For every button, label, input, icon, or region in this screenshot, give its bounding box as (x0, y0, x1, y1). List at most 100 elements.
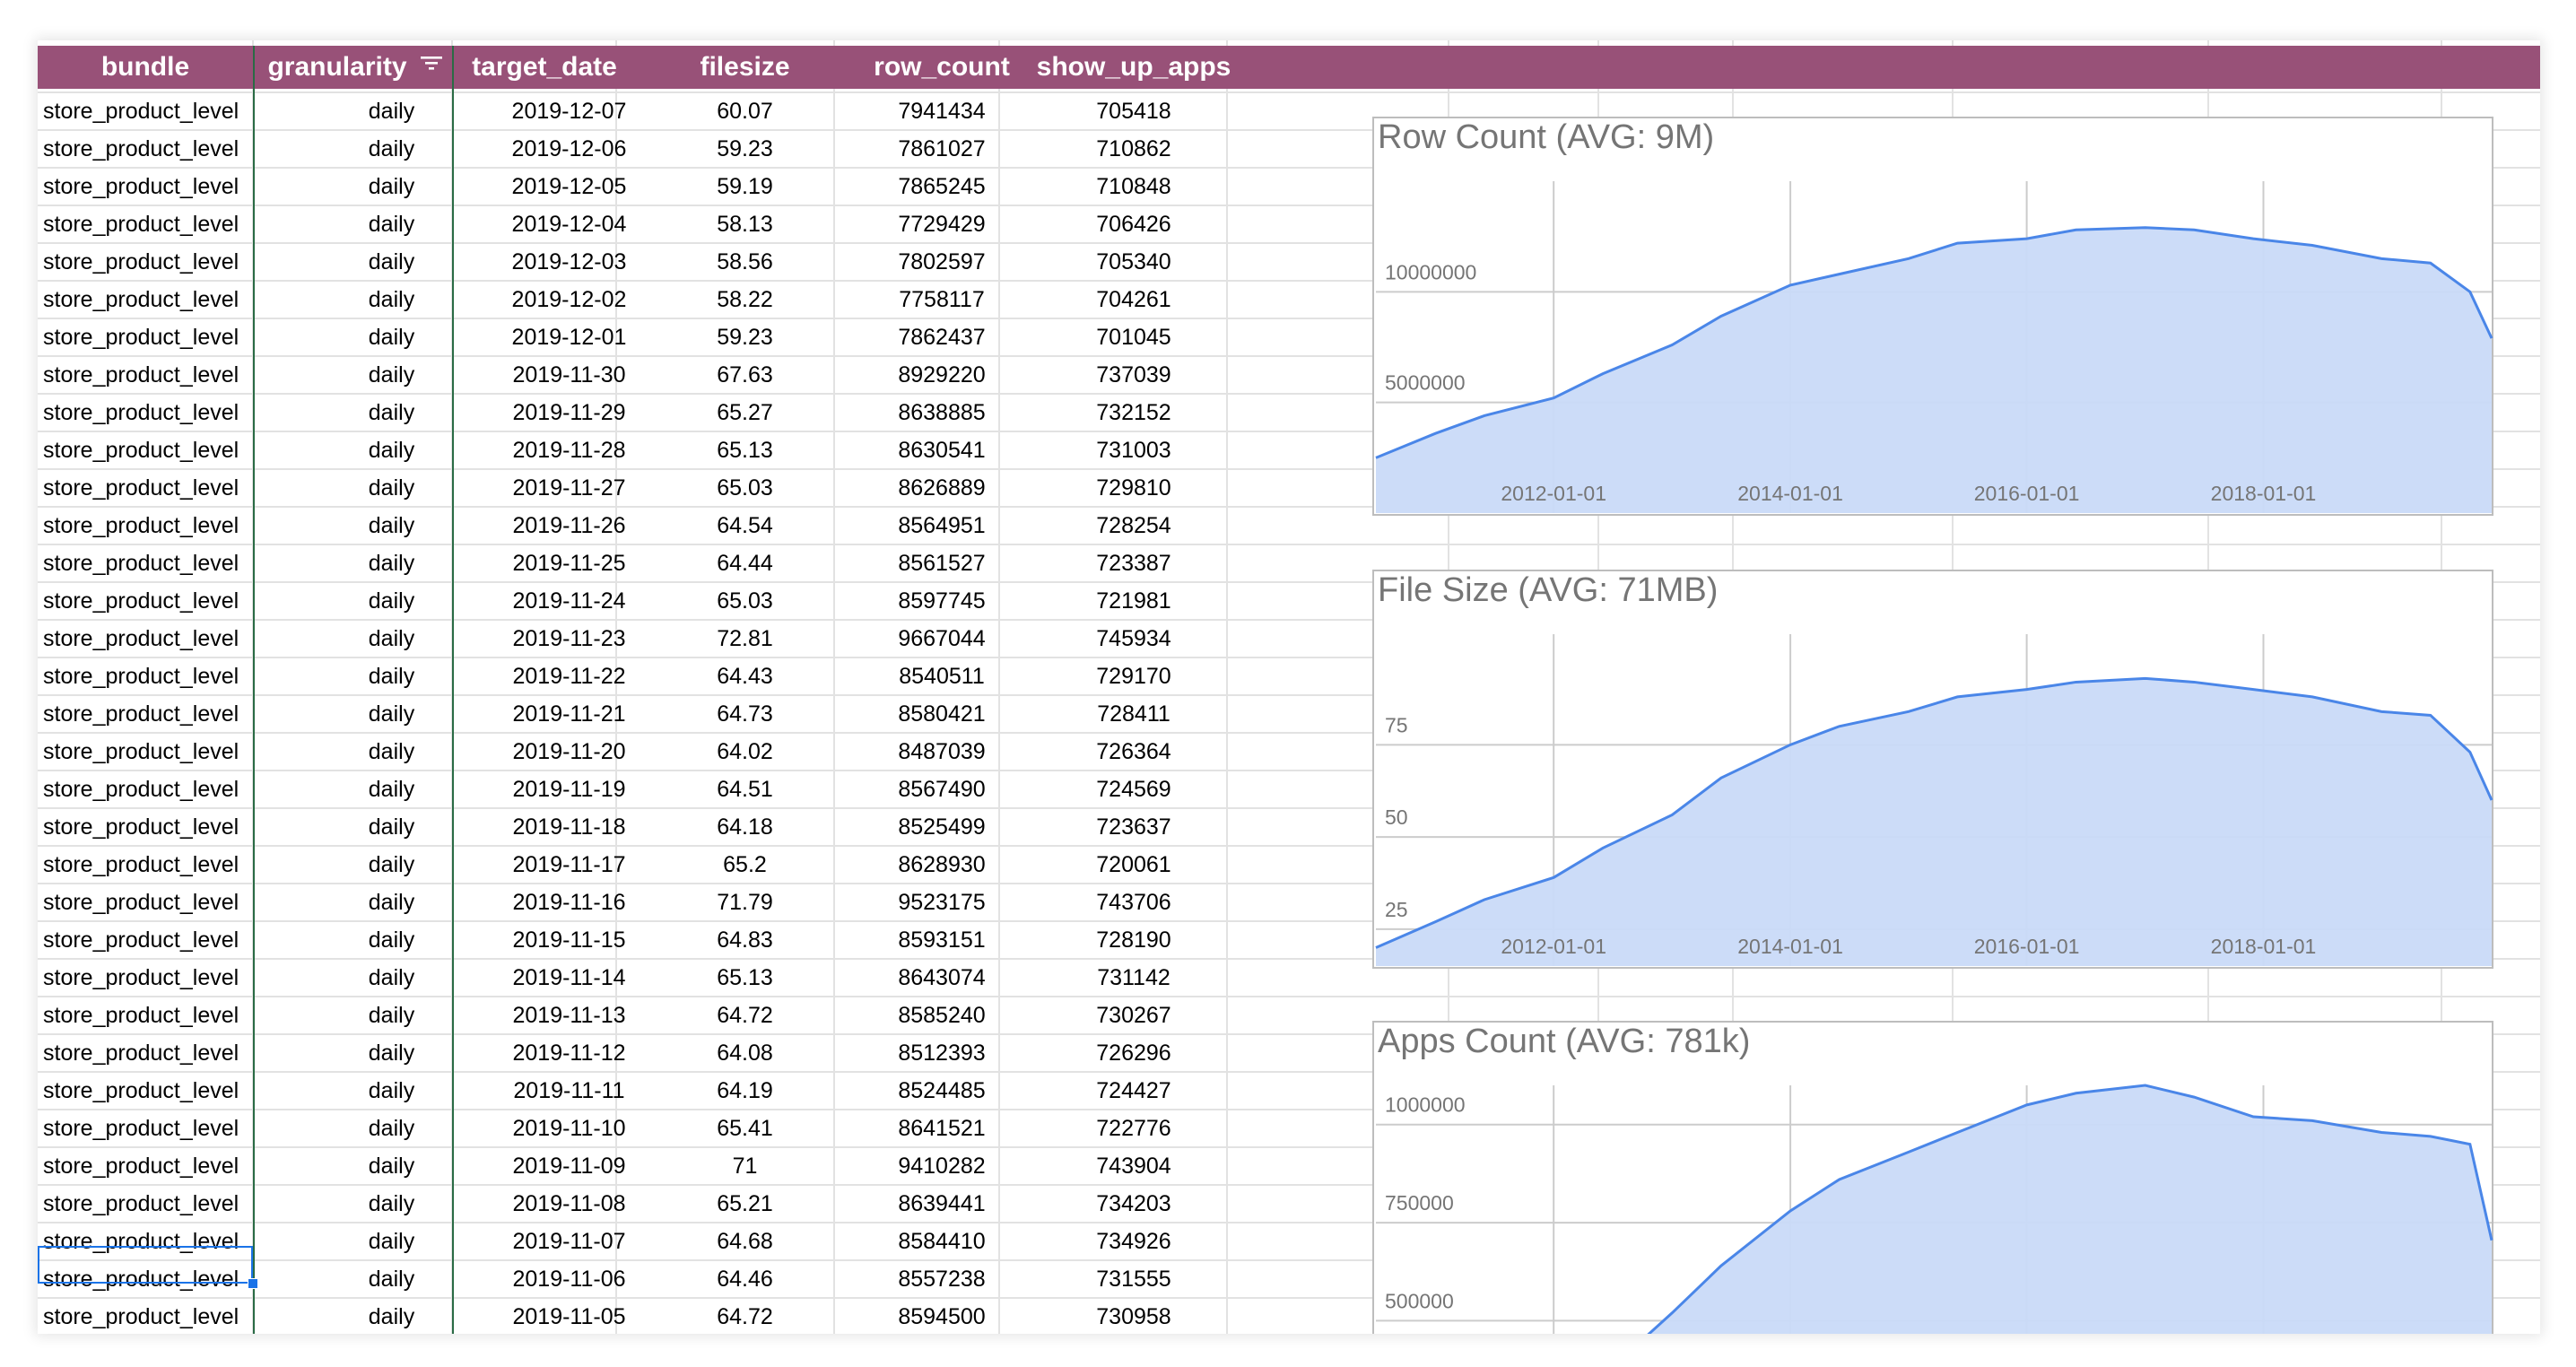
cell-bundle[interactable]: store_product_level (43, 469, 285, 507)
cell-show-up-apps[interactable]: 724569 (999, 771, 1268, 808)
file-size-chart-plot: 25 50 75 2012-01-01 2014-01-01 2016-01-01 2018… (1375, 634, 2493, 966)
cell-bundle[interactable]: store_product_level (43, 356, 285, 394)
column-header-bundle[interactable]: bundle (38, 46, 253, 89)
cell-bundle[interactable]: store_product_level (43, 1072, 285, 1110)
table-row: store_product_level daily 2019-11-20 64.02 8… (38, 733, 1231, 771)
cell-show-up-apps[interactable]: 705340 (999, 243, 1268, 281)
cell-bundle[interactable]: store_product_level (43, 394, 285, 431)
row-count-chart[interactable]: 5000000 10000000 2012-01-01 2014-01-01 2016-… (1372, 117, 2493, 516)
table-row: store_product_level daily 2019-11-23 72.81 9… (38, 620, 1231, 657)
filter-icon[interactable] (420, 55, 443, 71)
cell-show-up-apps[interactable]: 732152 (999, 394, 1268, 431)
table-row: store_product_level daily 2019-12-04 58.13 7… (38, 205, 1231, 243)
cell-bundle[interactable]: store_product_level (43, 657, 285, 695)
cell-show-up-apps[interactable]: 701045 (999, 318, 1268, 356)
cell-bundle[interactable]: store_product_level (43, 1147, 285, 1185)
x-tick-label: 2012-01-01 (1501, 935, 1606, 958)
cell-bundle[interactable]: store_product_level (43, 1185, 285, 1223)
cell-show-up-apps[interactable]: 731003 (999, 431, 1268, 469)
cell-show-up-apps[interactable]: 726364 (999, 733, 1268, 771)
series-area (1376, 678, 2492, 966)
cell-show-up-apps[interactable]: 728254 (999, 507, 1268, 544)
cell-show-up-apps[interactable]: 723637 (999, 808, 1268, 846)
cell-show-up-apps[interactable]: 730267 (999, 997, 1268, 1034)
table-row: store_product_level daily 2019-12-01 59.23 7… (38, 318, 1231, 356)
table-row: store_product_level daily 2019-11-30 67.63 8… (38, 356, 1231, 394)
spreadsheet[interactable]: bundle granularity target_date filesize … (38, 40, 2540, 1334)
cell-bundle[interactable]: store_product_level (43, 1034, 285, 1072)
cell-show-up-apps[interactable]: 730958 (999, 1298, 1268, 1334)
cell-show-up-apps[interactable]: 743904 (999, 1147, 1268, 1185)
cell-bundle[interactable]: store_product_level (43, 168, 285, 205)
cell-show-up-apps[interactable]: 723387 (999, 544, 1268, 582)
table-row: store_product_level daily 2019-12-05 59.19 7… (38, 168, 1231, 205)
selected-cell[interactable] (38, 1246, 253, 1284)
cell-bundle[interactable]: store_product_level (43, 544, 285, 582)
column-header-show-up-apps[interactable]: show_up_apps (999, 46, 1268, 89)
cell-show-up-apps[interactable]: 728411 (999, 695, 1268, 733)
cell-bundle[interactable]: store_product_level (43, 959, 285, 997)
column-header-target-date[interactable]: target_date (454, 46, 635, 89)
table-row: store_product_level daily 2019-11-19 64.51 8… (38, 771, 1231, 808)
cell-show-up-apps[interactable]: 729170 (999, 657, 1268, 695)
x-tick-label: 2014-01-01 (1737, 482, 1843, 505)
cell-show-up-apps[interactable]: 734926 (999, 1223, 1268, 1260)
cell-show-up-apps[interactable]: 726296 (999, 1034, 1268, 1072)
cell-bundle[interactable]: store_product_level (43, 997, 285, 1034)
cell-show-up-apps[interactable]: 734203 (999, 1185, 1268, 1223)
cell-bundle[interactable]: store_product_level (43, 92, 285, 130)
cell-show-up-apps[interactable]: 724427 (999, 1072, 1268, 1110)
table-row: store_product_level daily 2019-11-27 65.03 8… (38, 469, 1231, 507)
cell-bundle[interactable]: store_product_level (43, 921, 285, 959)
chart-title: Apps Count (AVG: 781k) (1378, 1023, 1751, 1060)
cell-show-up-apps[interactable]: 729810 (999, 469, 1268, 507)
cell-bundle[interactable]: store_product_level (43, 431, 285, 469)
cell-bundle[interactable]: store_product_level (43, 507, 285, 544)
cell-bundle[interactable]: store_product_level (43, 620, 285, 657)
cell-bundle[interactable]: store_product_level (43, 130, 285, 168)
x-tick-label: 2016-01-01 (1974, 482, 2080, 505)
cell-show-up-apps[interactable]: 728190 (999, 921, 1268, 959)
apps-count-chart[interactable]: 500000 750000 1000000 Apps Count (AVG: 781… (1372, 1021, 2493, 1334)
cell-bundle[interactable]: store_product_level (43, 808, 285, 846)
cell-show-up-apps[interactable]: 710862 (999, 130, 1268, 168)
table-row: store_product_level daily 2019-11-11 64.19 8… (38, 1072, 1231, 1110)
cell-show-up-apps[interactable]: 743706 (999, 884, 1268, 921)
cell-show-up-apps[interactable]: 745934 (999, 620, 1268, 657)
cell-show-up-apps[interactable]: 710848 (999, 168, 1268, 205)
cell-bundle[interactable]: store_product_level (43, 884, 285, 921)
cell-bundle[interactable]: store_product_level (43, 771, 285, 808)
file-size-chart[interactable]: 25 50 75 2012-01-01 2014-01-01 2016-01-01 2018… (1372, 570, 2493, 969)
frozen-column-divider (253, 46, 255, 1334)
cell-show-up-apps[interactable]: 722776 (999, 1110, 1268, 1147)
table-row: store_product_level daily 2019-11-28 65.13 8… (38, 431, 1231, 469)
table-row: store_product_level daily 2019-11-17 65.2 86… (38, 846, 1231, 884)
x-tick-label: 2018-01-01 (2211, 935, 2317, 958)
cell-show-up-apps[interactable]: 731142 (999, 959, 1268, 997)
cell-bundle[interactable]: store_product_level (43, 1298, 285, 1334)
cell-show-up-apps[interactable]: 704261 (999, 281, 1268, 318)
cell-bundle[interactable]: store_product_level (43, 205, 285, 243)
cell-show-up-apps[interactable]: 720061 (999, 846, 1268, 884)
series-area (1649, 1085, 2492, 1334)
cell-bundle[interactable]: store_product_level (43, 582, 285, 620)
cell-show-up-apps[interactable]: 737039 (999, 356, 1268, 394)
cell-show-up-apps[interactable]: 706426 (999, 205, 1268, 243)
table-row: store_product_level daily 2019-11-16 71.79 9… (38, 884, 1231, 921)
cell-bundle[interactable]: store_product_level (43, 318, 285, 356)
x-tick-label: 2014-01-01 (1737, 935, 1843, 958)
cell-bundle[interactable]: store_product_level (43, 243, 285, 281)
cell-bundle[interactable]: store_product_level (43, 846, 285, 884)
cell-bundle[interactable]: store_product_level (43, 281, 285, 318)
cell-show-up-apps[interactable]: 705418 (999, 92, 1268, 130)
x-tick-label: 2012-01-01 (1501, 482, 1606, 505)
fill-handle[interactable] (248, 1278, 258, 1289)
cell-show-up-apps[interactable]: 731555 (999, 1260, 1268, 1298)
cell-bundle[interactable]: store_product_level (43, 733, 285, 771)
table-row: store_product_level daily 2019-11-24 65.03 8… (38, 582, 1231, 620)
cell-bundle[interactable]: store_product_level (43, 1110, 285, 1147)
cell-bundle[interactable]: store_product_level (43, 695, 285, 733)
table-row: store_product_level daily 2019-11-09 71 9410… (38, 1147, 1231, 1185)
chart-title: File Size (AVG: 71MB) (1378, 571, 1719, 609)
cell-show-up-apps[interactable]: 721981 (999, 582, 1268, 620)
